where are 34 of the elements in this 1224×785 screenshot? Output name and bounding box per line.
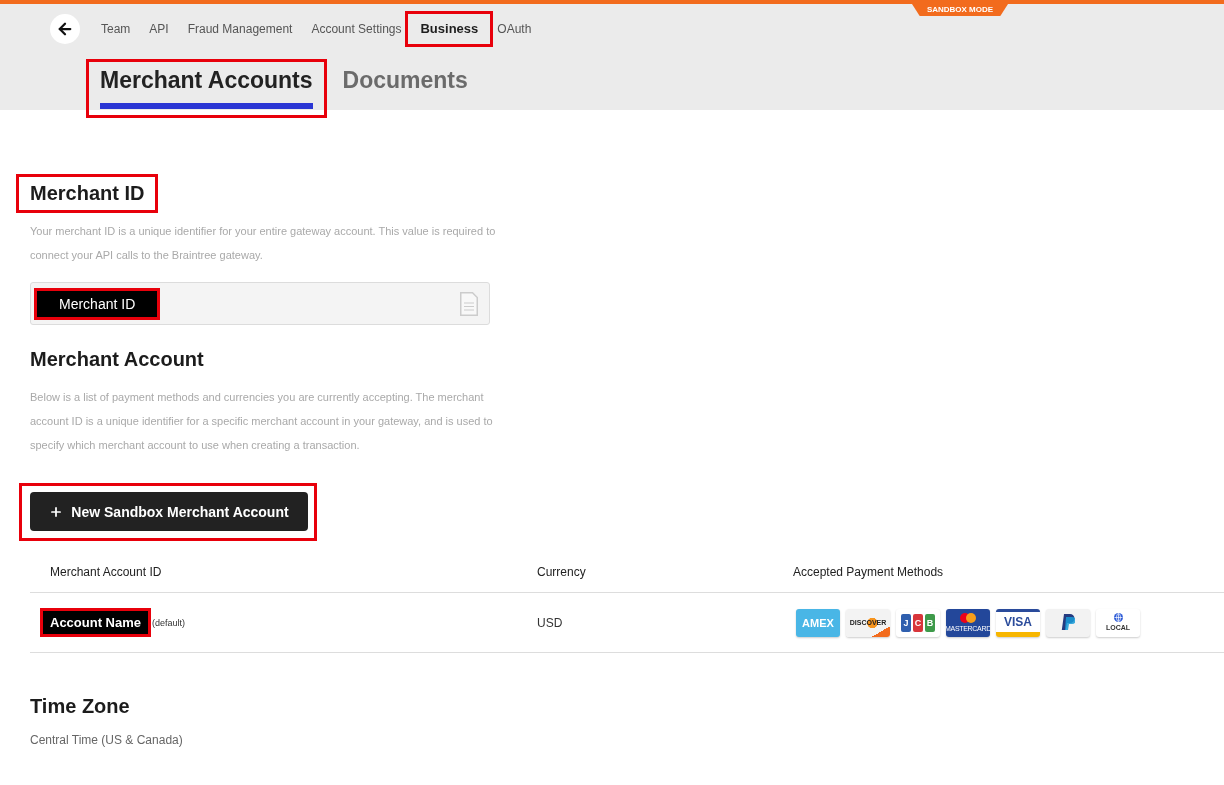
- p-logo-icon: [1046, 608, 1090, 637]
- section-heading: Time Zone: [30, 694, 130, 719]
- letter-tile: B: [925, 613, 935, 632]
- document-icon: [460, 291, 478, 316]
- nav-link[interactable]: Team: [101, 17, 131, 41]
- nav-link[interactable]: Fraud Management: [187, 17, 293, 41]
- section-description: Your merchant ID is a unique identifier for your entire gateway account. This value is required to connect your API calls to the Braintree gateway.: [30, 224, 497, 263]
- globe-icon: [1113, 613, 1123, 622]
- section-heading: Merchant ID: [30, 181, 145, 206]
- letter-tile: C: [913, 613, 923, 632]
- column-header: Currency: [537, 565, 586, 579]
- letter-tile: J: [901, 613, 911, 632]
- overlapping-circles-icon: [960, 612, 976, 623]
- redacted-merchant-id: Merchant ID: [37, 290, 158, 317]
- nav-link[interactable]: Account Settings: [311, 17, 402, 41]
- section-description: Below is a list of payment methods and currencies you are currently accepting. The merchant account ID is a unique identifier for a specific merchant account in your gateway, and is used to specify which merchant account to use when creating a transaction.: [30, 390, 494, 453]
- sandbox-mode-badge: SANDBOX MODE: [912, 4, 1008, 16]
- section-heading: Merchant Account: [30, 347, 204, 372]
- nav-link[interactable]: OAuth: [497, 17, 532, 41]
- payment-method-badge: AMEX: [796, 608, 840, 637]
- time-zone-value: Central Time (US & Canada): [30, 732, 183, 749]
- payment-method-badge: VISA: [996, 608, 1040, 637]
- column-header: Accepted Payment Methods: [793, 565, 944, 579]
- table-cell: USD: [537, 615, 563, 630]
- new-merchant-account-button[interactable]: New Sandbox Merchant Account: [30, 492, 308, 531]
- plus-icon: [49, 504, 64, 519]
- default-note: (default): [152, 617, 186, 628]
- column-header: Merchant Account ID: [50, 565, 162, 579]
- nav-link[interactable]: API: [149, 17, 169, 41]
- nav-link[interactable]: Business: [420, 17, 479, 41]
- tab[interactable]: Merchant Accounts: [100, 65, 313, 109]
- tab[interactable]: Documents: [342, 65, 468, 109]
- back-button[interactable]: [50, 14, 80, 44]
- redacted-account-name: Account Name: [43, 611, 149, 634]
